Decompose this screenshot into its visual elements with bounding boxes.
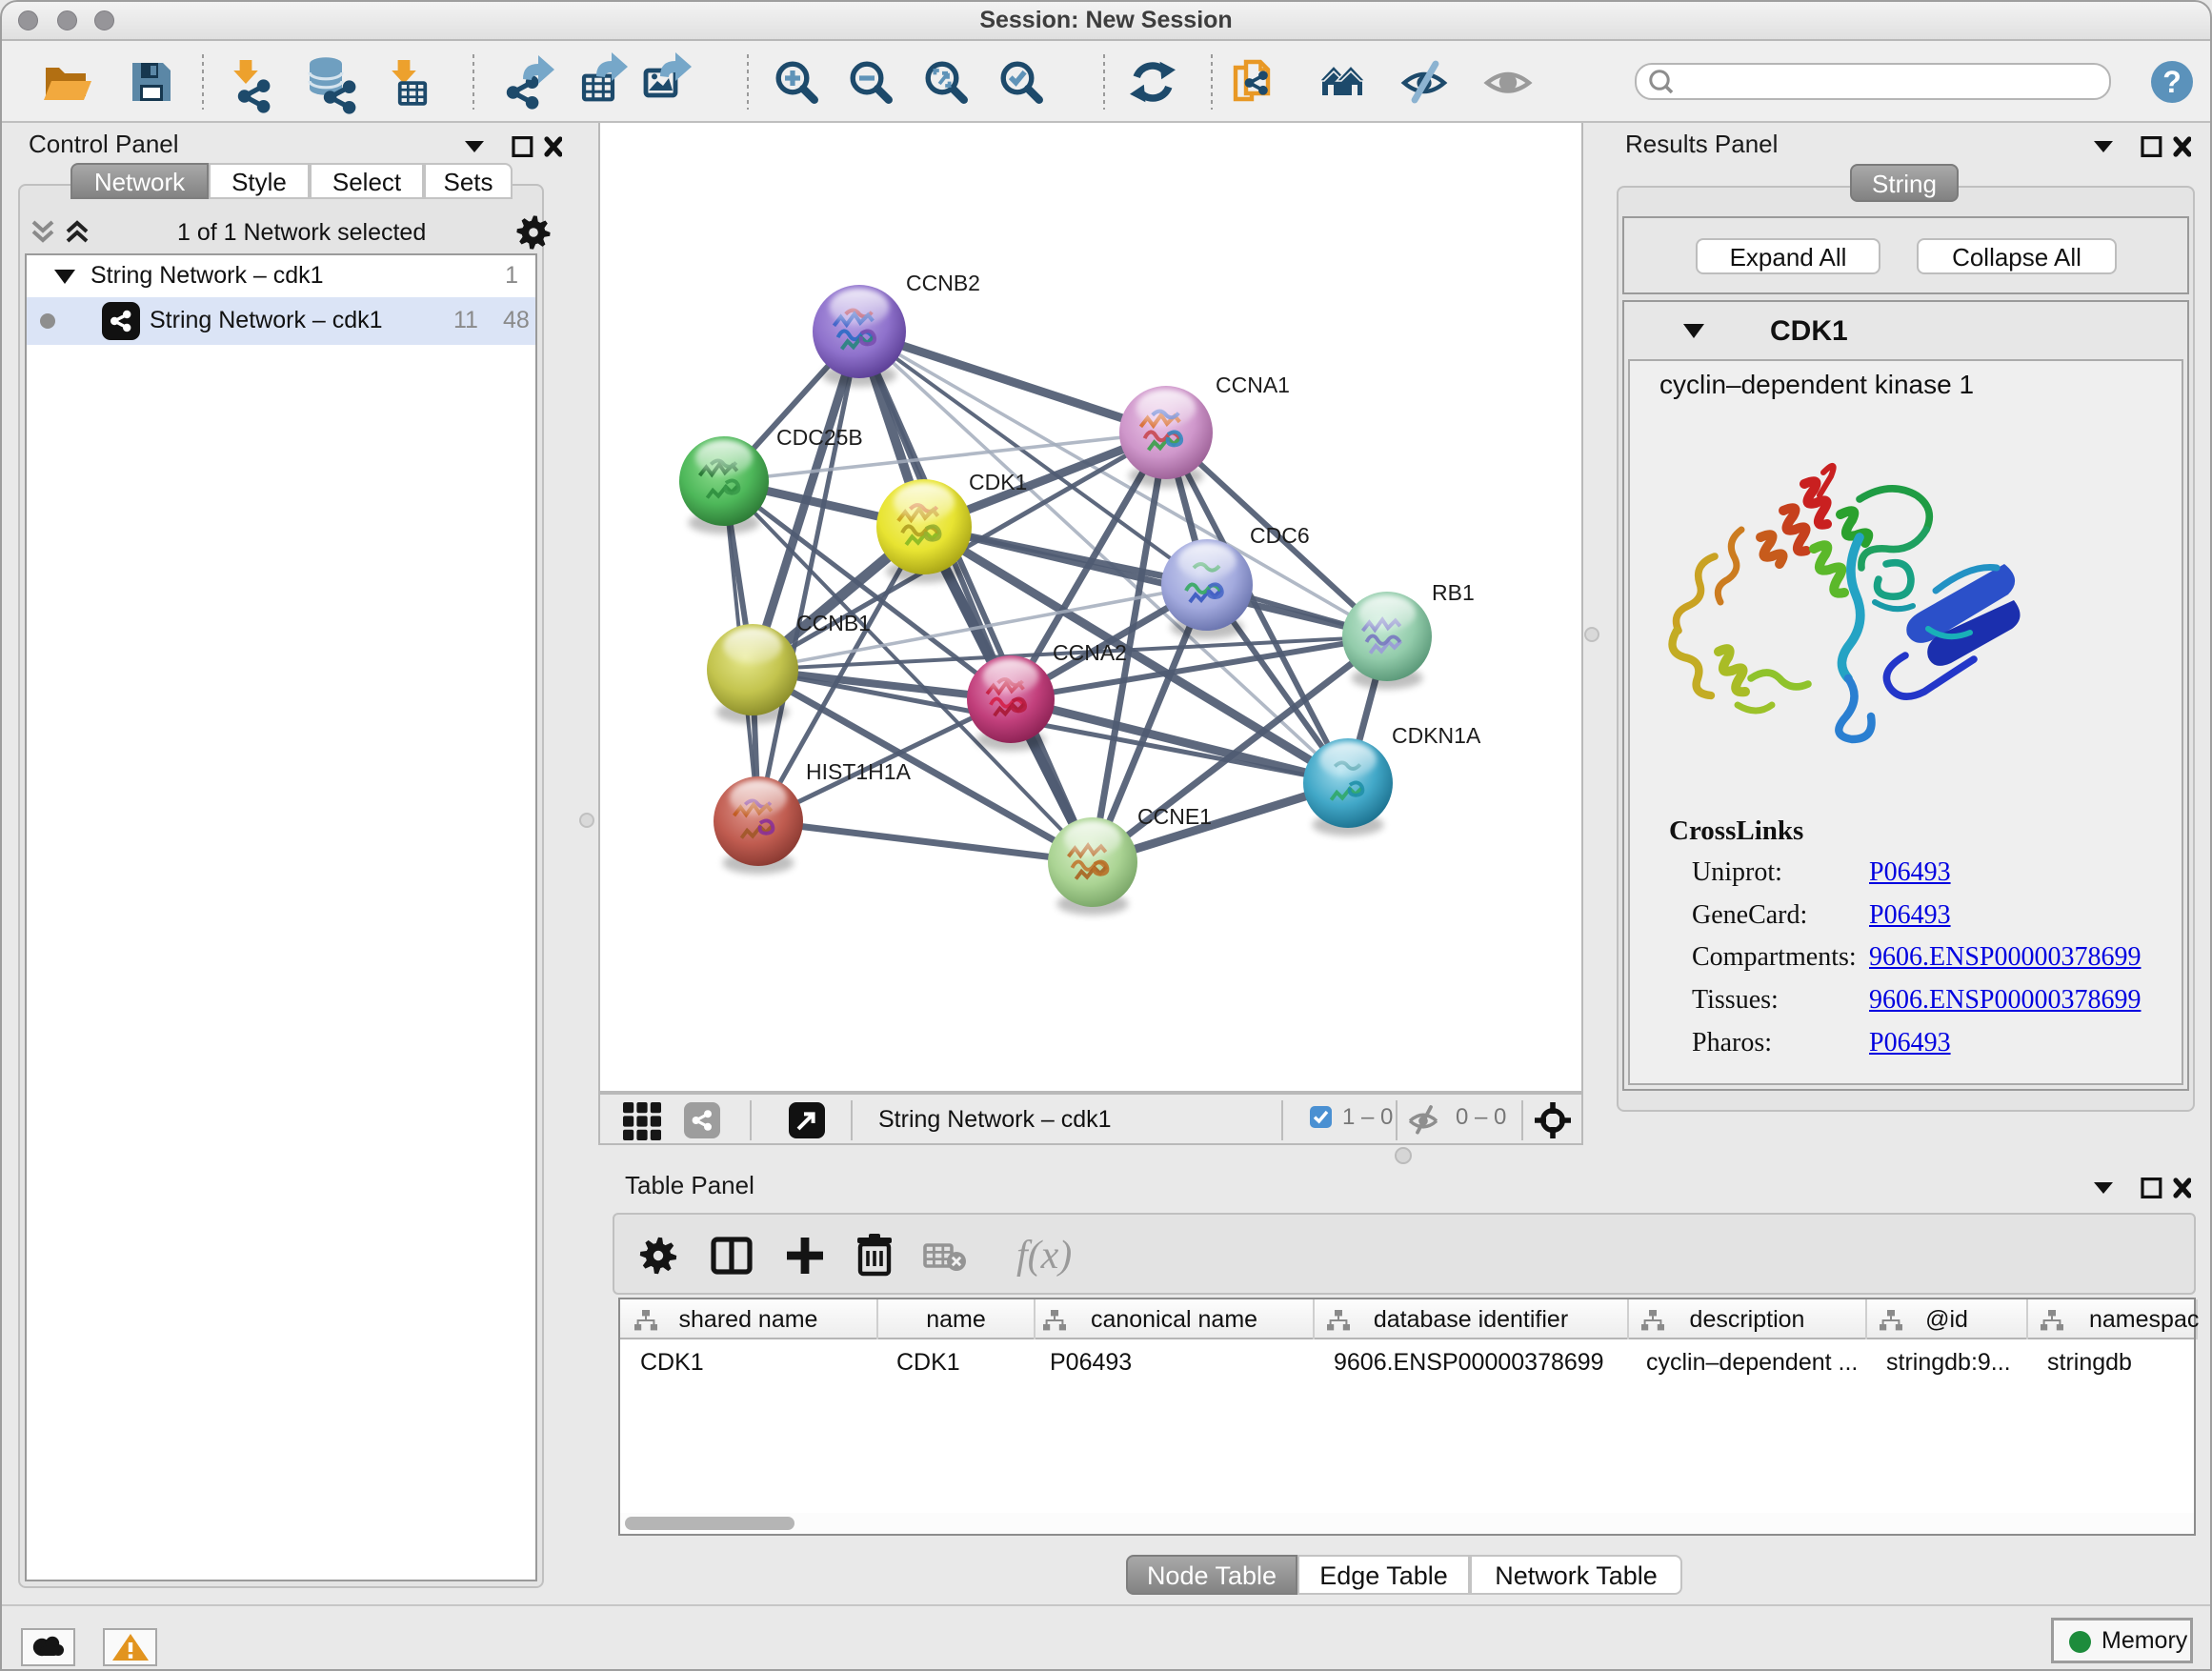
svg-text:CCNA2: CCNA2: [1053, 640, 1127, 665]
svg-text:CCNB2: CCNB2: [906, 271, 980, 295]
svg-text:1 – 0: 1 – 0: [1342, 1104, 1393, 1130]
svg-text:CDK1: CDK1: [969, 470, 1027, 494]
svg-text:CDKN1A: CDKN1A: [1392, 723, 1481, 748]
svg-text:0 – 0: 0 – 0: [1456, 1104, 1506, 1130]
svg-text:RB1: RB1: [1432, 580, 1475, 605]
svg-text:CDC25B: CDC25B: [776, 425, 863, 450]
svg-text:HIST1H1A: HIST1H1A: [806, 759, 912, 784]
svg-text:?: ?: [2162, 65, 2182, 99]
svg-text:CCNB1: CCNB1: [796, 611, 871, 635]
svg-text:CCNE1: CCNE1: [1137, 804, 1212, 829]
svg-text:CCNA1: CCNA1: [1216, 372, 1290, 397]
svg-text:CDC6: CDC6: [1250, 523, 1310, 548]
svg-text:f(x): f(x): [1016, 1234, 1072, 1278]
